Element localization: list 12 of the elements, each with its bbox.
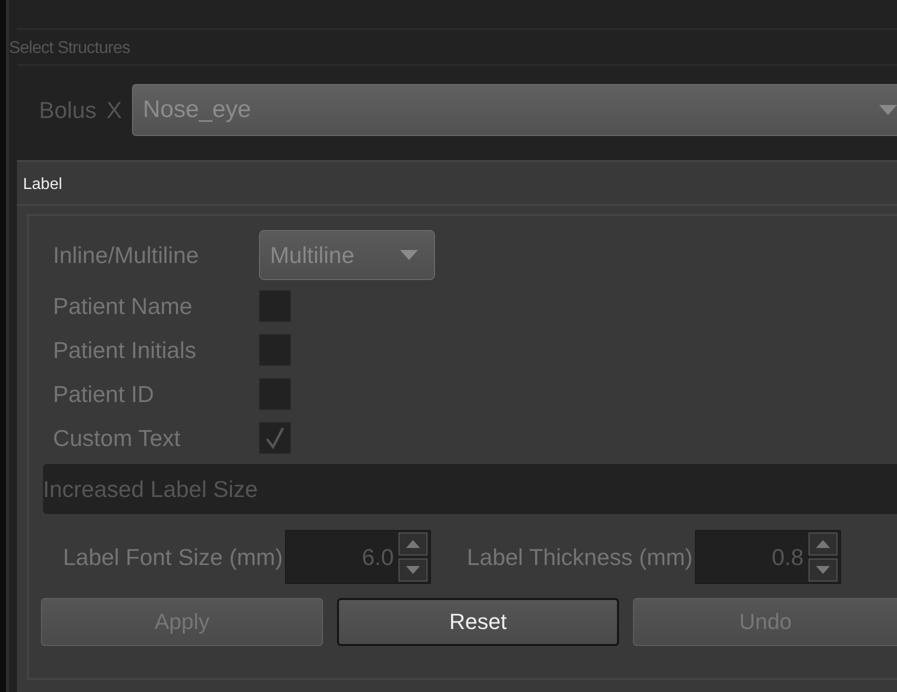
checkbox[interactable] xyxy=(259,422,291,454)
checkbox-label: Custom Text xyxy=(53,424,182,452)
panel-title: Label xyxy=(17,162,897,206)
checkbox-label: Patient Name xyxy=(53,292,194,320)
checkbox-label: Patient ID xyxy=(53,380,155,408)
checkbox-label: Patient Initials xyxy=(53,336,198,364)
spinner-label: Label Font Size (mm) xyxy=(62,544,284,570)
mode-label: Inline/Multiline xyxy=(53,242,200,268)
dropdown-arrow-icon xyxy=(879,105,897,115)
spinner-label: Label Thickness (mm) xyxy=(466,544,694,570)
dropdown-arrow-icon xyxy=(400,250,418,260)
panel-button[interactable]: Reset xyxy=(337,598,619,646)
